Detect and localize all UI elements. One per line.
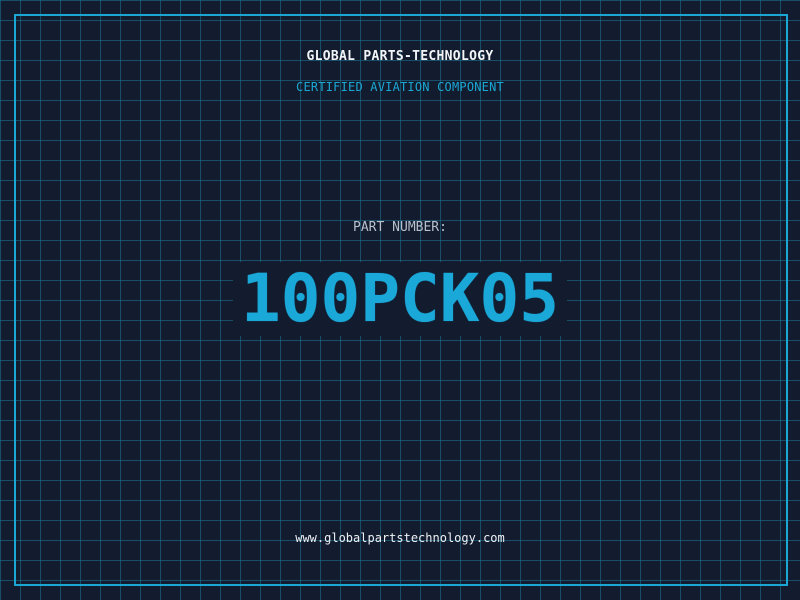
part-number-label: PART NUMBER:	[353, 220, 447, 235]
certificate-card: GLOBAL PARTS-TECHNOLOGY CERTIFIED AVIATI…	[0, 0, 800, 600]
certification-subtitle: CERTIFIED AVIATION COMPONENT	[296, 80, 504, 94]
part-number-value: 100PCK05	[233, 262, 567, 336]
part-number-container: 100PCK05	[0, 262, 800, 336]
website-url: www.globalpartstechnology.com	[295, 531, 505, 545]
company-name: GLOBAL PARTS-TECHNOLOGY	[306, 49, 494, 64]
